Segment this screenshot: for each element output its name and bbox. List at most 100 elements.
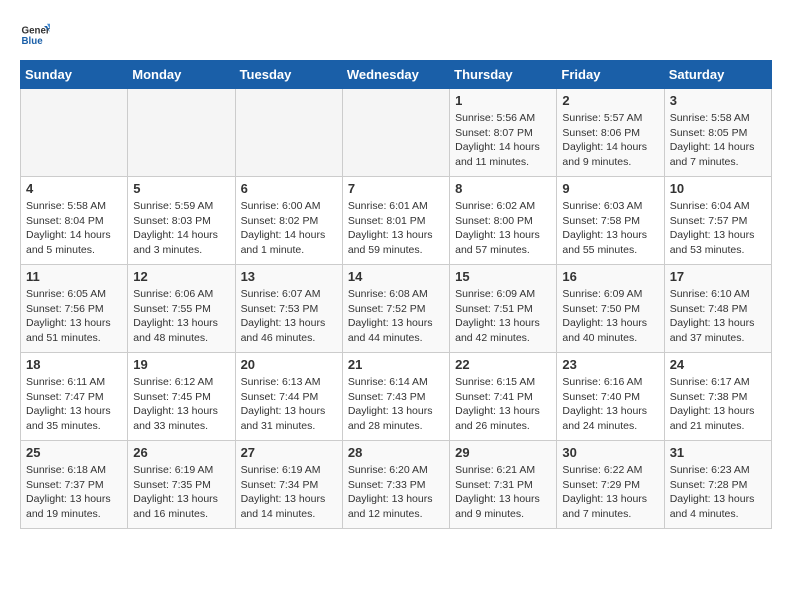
day-details: Sunrise: 6:15 AMSunset: 7:41 PMDaylight:… [455,375,551,434]
day-number: 20 [241,357,337,372]
day-details: Sunrise: 5:58 AMSunset: 8:05 PMDaylight:… [670,111,766,170]
calendar-cell: 13 Sunrise: 6:07 AMSunset: 7:53 PMDayligh… [235,265,342,353]
day-details: Sunrise: 5:59 AMSunset: 8:03 PMDaylight:… [133,199,229,258]
calendar-table: SundayMondayTuesdayWednesdayThursdayFrid… [20,60,772,529]
calendar-week-row: 4 Sunrise: 5:58 AMSunset: 8:04 PMDaylight… [21,177,772,265]
day-header-tuesday: Tuesday [235,61,342,89]
day-details: Sunrise: 6:20 AMSunset: 7:33 PMDaylight:… [348,463,444,522]
calendar-cell [235,89,342,177]
calendar-cell: 5 Sunrise: 5:59 AMSunset: 8:03 PMDaylight… [128,177,235,265]
day-number: 8 [455,181,551,196]
day-details: Sunrise: 6:18 AMSunset: 7:37 PMDaylight:… [26,463,122,522]
day-number: 9 [562,181,658,196]
day-number: 14 [348,269,444,284]
day-details: Sunrise: 6:19 AMSunset: 7:35 PMDaylight:… [133,463,229,522]
day-details: Sunrise: 5:56 AMSunset: 8:07 PMDaylight:… [455,111,551,170]
day-number: 23 [562,357,658,372]
day-details: Sunrise: 5:57 AMSunset: 8:06 PMDaylight:… [562,111,658,170]
day-number: 5 [133,181,229,196]
calendar-week-row: 18 Sunrise: 6:11 AMSunset: 7:47 PMDayligh… [21,353,772,441]
day-details: Sunrise: 6:17 AMSunset: 7:38 PMDaylight:… [670,375,766,434]
day-number: 18 [26,357,122,372]
day-header-thursday: Thursday [450,61,557,89]
day-number: 1 [455,93,551,108]
day-header-monday: Monday [128,61,235,89]
day-number: 7 [348,181,444,196]
calendar-cell: 1 Sunrise: 5:56 AMSunset: 8:07 PMDaylight… [450,89,557,177]
day-number: 6 [241,181,337,196]
day-number: 31 [670,445,766,460]
day-number: 21 [348,357,444,372]
day-number: 2 [562,93,658,108]
day-details: Sunrise: 6:06 AMSunset: 7:55 PMDaylight:… [133,287,229,346]
day-number: 16 [562,269,658,284]
day-number: 3 [670,93,766,108]
calendar-cell [342,89,449,177]
day-number: 22 [455,357,551,372]
calendar-cell: 10 Sunrise: 6:04 AMSunset: 7:57 PMDayligh… [664,177,771,265]
calendar-cell: 19 Sunrise: 6:12 AMSunset: 7:45 PMDayligh… [128,353,235,441]
calendar-cell: 11Sunrise: 6:05 AMSunset: 7:56 PMDayligh… [21,265,128,353]
calendar-cell: 7 Sunrise: 6:01 AMSunset: 8:01 PMDaylight… [342,177,449,265]
logo: General Blue [20,20,54,50]
day-details: Sunrise: 6:08 AMSunset: 7:52 PMDaylight:… [348,287,444,346]
day-details: Sunrise: 6:09 AMSunset: 7:50 PMDaylight:… [562,287,658,346]
calendar-cell: 18 Sunrise: 6:11 AMSunset: 7:47 PMDayligh… [21,353,128,441]
calendar-cell: 16 Sunrise: 6:09 AMSunset: 7:50 PMDayligh… [557,265,664,353]
day-details: Sunrise: 6:03 AMSunset: 7:58 PMDaylight:… [562,199,658,258]
calendar-cell: 15 Sunrise: 6:09 AMSunset: 7:51 PMDayligh… [450,265,557,353]
day-number: 4 [26,181,122,196]
day-number: 19 [133,357,229,372]
day-number: 30 [562,445,658,460]
day-details: Sunrise: 6:09 AMSunset: 7:51 PMDaylight:… [455,287,551,346]
calendar-cell: 9 Sunrise: 6:03 AMSunset: 7:58 PMDaylight… [557,177,664,265]
calendar-header-row: SundayMondayTuesdayWednesdayThursdayFrid… [21,61,772,89]
calendar-cell: 2 Sunrise: 5:57 AMSunset: 8:06 PMDaylight… [557,89,664,177]
day-number: 29 [455,445,551,460]
calendar-cell: 25 Sunrise: 6:18 AMSunset: 7:37 PMDayligh… [21,441,128,529]
calendar-cell: 8 Sunrise: 6:02 AMSunset: 8:00 PMDaylight… [450,177,557,265]
day-details: Sunrise: 6:19 AMSunset: 7:34 PMDaylight:… [241,463,337,522]
day-number: 28 [348,445,444,460]
calendar-cell: 27Sunrise: 6:19 AMSunset: 7:34 PMDayligh… [235,441,342,529]
day-details: Sunrise: 6:04 AMSunset: 7:57 PMDaylight:… [670,199,766,258]
day-number: 25 [26,445,122,460]
calendar-cell: 12 Sunrise: 6:06 AMSunset: 7:55 PMDayligh… [128,265,235,353]
calendar-cell [128,89,235,177]
calendar-cell: 14 Sunrise: 6:08 AMSunset: 7:52 PMDayligh… [342,265,449,353]
logo-icon: General Blue [20,20,50,50]
day-number: 15 [455,269,551,284]
calendar-cell: 26 Sunrise: 6:19 AMSunset: 7:35 PMDayligh… [128,441,235,529]
calendar-cell: 6 Sunrise: 6:00 AMSunset: 8:02 PMDaylight… [235,177,342,265]
calendar-week-row: 1 Sunrise: 5:56 AMSunset: 8:07 PMDaylight… [21,89,772,177]
day-details: Sunrise: 6:01 AMSunset: 8:01 PMDaylight:… [348,199,444,258]
day-details: Sunrise: 6:10 AMSunset: 7:48 PMDaylight:… [670,287,766,346]
day-number: 10 [670,181,766,196]
day-details: Sunrise: 6:16 AMSunset: 7:40 PMDaylight:… [562,375,658,434]
calendar-week-row: 11Sunrise: 6:05 AMSunset: 7:56 PMDayligh… [21,265,772,353]
day-details: Sunrise: 6:02 AMSunset: 8:00 PMDaylight:… [455,199,551,258]
calendar-week-row: 25 Sunrise: 6:18 AMSunset: 7:37 PMDayligh… [21,441,772,529]
day-number: 11 [26,269,122,284]
calendar-cell: 31 Sunrise: 6:23 AMSunset: 7:28 PMDayligh… [664,441,771,529]
calendar-cell: 17Sunrise: 6:10 AMSunset: 7:48 PMDayligh… [664,265,771,353]
day-number: 12 [133,269,229,284]
day-number: 26 [133,445,229,460]
day-header-wednesday: Wednesday [342,61,449,89]
day-details: Sunrise: 6:21 AMSunset: 7:31 PMDaylight:… [455,463,551,522]
page-header: General Blue [20,20,772,50]
day-details: Sunrise: 5:58 AMSunset: 8:04 PMDaylight:… [26,199,122,258]
day-details: Sunrise: 6:12 AMSunset: 7:45 PMDaylight:… [133,375,229,434]
day-details: Sunrise: 6:07 AMSunset: 7:53 PMDaylight:… [241,287,337,346]
svg-text:Blue: Blue [22,36,44,47]
calendar-cell: 29 Sunrise: 6:21 AMSunset: 7:31 PMDayligh… [450,441,557,529]
calendar-cell: 28 Sunrise: 6:20 AMSunset: 7:33 PMDayligh… [342,441,449,529]
day-header-saturday: Saturday [664,61,771,89]
day-number: 13 [241,269,337,284]
calendar-cell: 4 Sunrise: 5:58 AMSunset: 8:04 PMDaylight… [21,177,128,265]
day-details: Sunrise: 6:11 AMSunset: 7:47 PMDaylight:… [26,375,122,434]
calendar-cell: 30Sunrise: 6:22 AMSunset: 7:29 PMDayligh… [557,441,664,529]
calendar-cell [21,89,128,177]
day-details: Sunrise: 6:00 AMSunset: 8:02 PMDaylight:… [241,199,337,258]
day-details: Sunrise: 6:23 AMSunset: 7:28 PMDaylight:… [670,463,766,522]
